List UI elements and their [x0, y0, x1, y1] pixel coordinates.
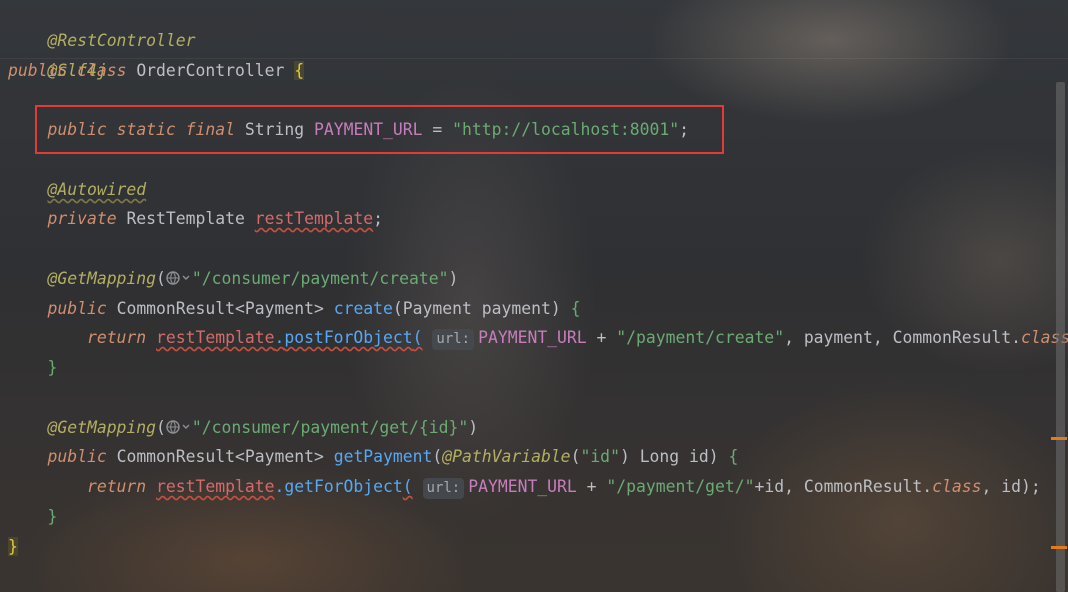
param-name: id — [1001, 477, 1021, 496]
close-brace: } — [8, 537, 18, 556]
error-stripe-marker[interactable] — [1051, 546, 1067, 549]
field-name: restTemplate — [156, 328, 275, 347]
code-line[interactable]: @GetMapping("/consumer/payment/create") — [8, 264, 458, 294]
parameter-hint: url: — [432, 329, 475, 350]
open-brace: { — [728, 447, 739, 466]
param-name: id — [764, 477, 785, 496]
semicolon: ; — [373, 209, 384, 228]
keyword: class — [77, 61, 127, 80]
string-literal: "/payment/get/" — [606, 477, 755, 496]
code-line[interactable]: @Slf4j — [8, 26, 106, 80]
annotation: @Autowired — [47, 180, 147, 199]
code-line[interactable]: private RestTemplate restTemplate; — [8, 204, 383, 234]
constant-name: PAYMENT_URL — [468, 477, 577, 496]
type-name: CommonResult — [803, 477, 923, 496]
field-name: restTemplate — [156, 477, 275, 496]
type-name: RestTemplate — [126, 209, 245, 228]
type-name: CommonResult — [116, 299, 235, 318]
string-literal: "/payment/create" — [616, 328, 785, 347]
keyword: private — [47, 209, 117, 228]
code-line[interactable]: } — [8, 353, 57, 383]
method-name: create — [333, 299, 393, 318]
annotation: @GetMapping — [47, 418, 157, 437]
string-literal: "/consumer/payment/create" — [191, 269, 449, 288]
param-name: payment — [803, 328, 873, 347]
method-name: postForObject — [284, 328, 413, 347]
code-editor[interactable]: @RestController @Slf4j public class Orde… — [0, 0, 1068, 592]
url-path-link[interactable]: /payment/get/ — [616, 477, 744, 496]
globe-icon[interactable] — [166, 415, 192, 434]
method-name: getPayment — [333, 447, 433, 466]
error-stripe-marker[interactable] — [1051, 437, 1067, 440]
keyword: return — [86, 477, 147, 496]
param-name: payment — [481, 299, 551, 318]
code-line[interactable]: } — [8, 502, 57, 532]
type-name: Payment — [402, 299, 472, 318]
keyword: public — [47, 447, 107, 466]
type-name: Payment — [244, 447, 314, 466]
highlight-box — [35, 105, 724, 154]
type-name: Payment — [244, 299, 314, 318]
close-brace: } — [47, 358, 58, 377]
class-name: OrderController — [136, 61, 285, 80]
code-line[interactable]: return restTemplate.postForObject( url: P… — [8, 323, 1068, 353]
code-line[interactable]: public CommonResult<Payment> create(Paym… — [8, 294, 580, 324]
string-literal: "id" — [580, 447, 620, 466]
keyword: public — [8, 61, 68, 80]
string-literal: "/consumer/payment/get/{id}" — [191, 418, 469, 437]
code-line[interactable]: @Autowired — [8, 175, 146, 205]
code-line[interactable]: return restTemplate.getForObject( url: PA… — [8, 472, 1041, 502]
code-line[interactable]: } — [8, 532, 18, 562]
keyword: return — [86, 328, 147, 347]
open-brace: { — [570, 299, 581, 318]
url-path-link[interactable]: /consumer/payment/create — [202, 269, 439, 288]
method-name: getForObject — [284, 477, 403, 496]
url-path-link[interactable]: /payment/create — [626, 328, 774, 347]
type-name: CommonResult — [892, 328, 1012, 347]
type-name: CommonResult — [116, 447, 235, 466]
keyword: class — [932, 477, 982, 496]
constant-name: PAYMENT_URL — [478, 328, 587, 347]
code-line[interactable]: public class OrderController { — [8, 56, 305, 86]
annotation: @GetMapping — [47, 269, 157, 288]
type-name: Long — [639, 447, 680, 466]
close-brace: } — [47, 507, 58, 526]
url-path-link[interactable]: /consumer/payment/get/{id} — [202, 418, 459, 437]
globe-icon[interactable] — [166, 266, 192, 285]
parameter-hint: url: — [422, 478, 465, 499]
code-line[interactable]: @RestController — [8, 0, 195, 50]
code-line[interactable]: public CommonResult<Payment> getPayment(… — [8, 442, 738, 472]
vertical-scrollbar[interactable] — [1056, 82, 1065, 592]
code-line[interactable]: @GetMapping("/consumer/payment/get/{id}"… — [8, 413, 478, 443]
param-name: id — [689, 447, 709, 466]
open-brace: { — [294, 61, 305, 80]
field-name: restTemplate — [254, 209, 374, 228]
keyword: public — [47, 299, 107, 318]
annotation: @PathVariable — [442, 447, 571, 466]
